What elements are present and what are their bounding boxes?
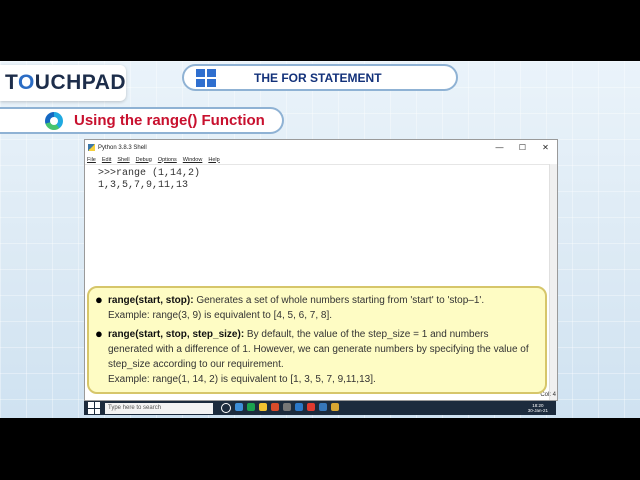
task-view-icon[interactable] — [235, 403, 243, 411]
code-line: >>>range (1,14,2) — [98, 168, 201, 179]
taskbar-search[interactable]: Type here to search — [105, 402, 213, 414]
note-term: range(start, stop): — [108, 295, 194, 306]
windows-taskbar: Type here to search 18:20 30-Jan-21 — [84, 401, 556, 415]
shell-output[interactable]: >>>range (1,14,2) 1,3,5,7,9,11,13 — [85, 165, 557, 192]
note-example: Example: range(3, 9) is equivalent to [4… — [108, 310, 333, 321]
menu-help[interactable]: Help — [208, 157, 219, 163]
bullet-icon: ● — [95, 292, 103, 307]
touchpad-logo: TOUCHPAD — [0, 65, 126, 101]
clock-date: 30-Jan-21 — [527, 408, 548, 413]
note-item: ● range(start, stop, step_size): By defa… — [95, 327, 535, 387]
folder-icon[interactable] — [331, 403, 339, 411]
store-icon[interactable] — [283, 403, 291, 411]
office-icon[interactable] — [271, 403, 279, 411]
menu-file[interactable]: File — [87, 157, 96, 163]
menu-debug[interactable]: Debug — [136, 157, 152, 163]
search-placeholder: Type here to search — [108, 405, 162, 411]
bullet-icon: ● — [95, 326, 103, 341]
menu-shell[interactable]: Shell — [117, 157, 129, 163]
note-term: range(start, stop, step_size): — [108, 329, 245, 340]
explorer-icon[interactable] — [259, 403, 267, 411]
shell-menubar: File Edit Shell Debug Options Window Hel… — [85, 155, 557, 165]
word-icon[interactable] — [319, 403, 327, 411]
minimize-button[interactable]: — — [488, 143, 511, 152]
topic-title: THE FOR STATEMENT — [254, 70, 382, 85]
logo-text: TOUCHPAD — [5, 71, 127, 94]
explanation-callout: ● range(start, stop): Generates a set of… — [87, 286, 547, 394]
pdf-icon[interactable] — [307, 403, 315, 411]
windows-icon — [196, 68, 216, 87]
note-text: Generates a set of whole numbers startin… — [193, 295, 485, 306]
section-title: Using the range() Function — [74, 112, 265, 129]
note-example: Example: range(1, 14, 2) is equivalent t… — [108, 374, 376, 385]
code-line: 1,3,5,7,9,11,13 — [98, 180, 189, 191]
shell-title: Python 3.8.3 Shell — [98, 144, 147, 151]
taskbar-clock[interactable]: 18:20 30-Jan-21 — [528, 403, 556, 413]
slide-background: TOUCHPAD THE FOR STATEMENT Using the ran… — [0, 61, 640, 418]
note-item: ● range(start, stop): Generates a set of… — [95, 293, 535, 323]
edge-taskbar-icon[interactable] — [247, 403, 255, 411]
edge-icon — [45, 111, 63, 130]
vertical-scrollbar[interactable] — [549, 164, 557, 400]
topic-title-pill: THE FOR STATEMENT — [182, 64, 458, 91]
status-position: Col: 4 — [540, 392, 556, 398]
start-button[interactable] — [88, 402, 100, 414]
menu-edit[interactable]: Edit — [102, 157, 111, 163]
shell-titlebar[interactable]: Python 3.8.3 Shell — ☐ ✕ — [85, 140, 557, 155]
menu-options[interactable]: Options — [158, 157, 177, 163]
menu-window[interactable]: Window — [183, 157, 203, 163]
python-taskbar-icon[interactable] — [295, 403, 303, 411]
python-icon — [88, 144, 95, 151]
maximize-button[interactable]: ☐ — [511, 143, 534, 152]
cortana-icon[interactable] — [221, 403, 231, 413]
section-title-pill: Using the range() Function — [0, 107, 284, 134]
close-button[interactable]: ✕ — [534, 143, 557, 152]
